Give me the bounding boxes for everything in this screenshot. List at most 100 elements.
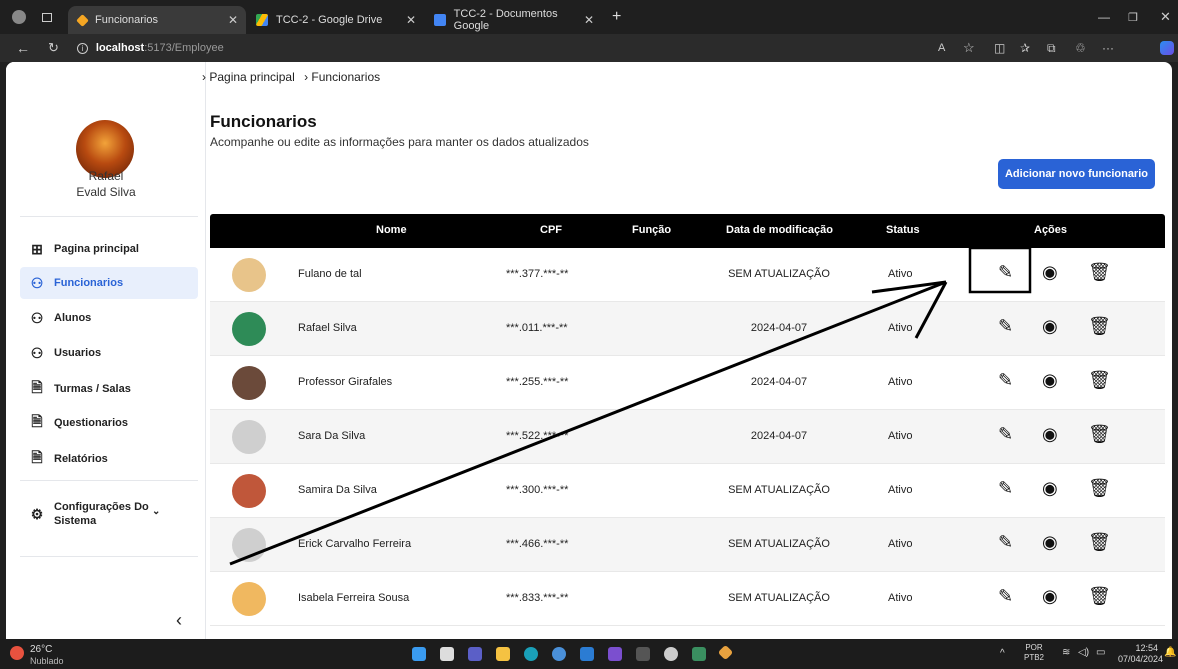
edit-icon[interactable]: ✎ <box>998 532 1013 553</box>
cell-modified: 2024-04-07 <box>750 376 808 388</box>
cell-name: Erick Carvalho Ferreira <box>298 538 412 550</box>
avatar <box>232 582 266 616</box>
collapse-sidebar-icon[interactable]: ‹ <box>176 610 182 631</box>
view-icon[interactable]: ◉ <box>1042 370 1058 391</box>
edge-icon[interactable] <box>524 647 538 661</box>
new-tab-icon[interactable]: + <box>612 8 621 26</box>
breadcrumb-item-current[interactable]: Funcionarios <box>311 70 380 84</box>
collections-icon[interactable]: ⧉ <box>1047 41 1056 56</box>
visual-studio-icon[interactable] <box>608 647 622 661</box>
delete-icon[interactable]: 🗑 <box>1088 316 1111 337</box>
weather-temp[interactable]: 26°C <box>30 644 52 655</box>
delete-icon[interactable]: 🗑 <box>1088 532 1111 553</box>
column-header-status[interactable]: Status <box>886 224 920 236</box>
table-row: Professor Girafales ***.255.***-** 2024-04… <box>210 356 1165 410</box>
extensions-icon[interactable]: ♲ <box>1075 41 1086 55</box>
breadcrumb-item-home[interactable]: Pagina principal <box>209 70 294 84</box>
sidebar-item-configuracoes[interactable]: ⚙ Configurações Do Sistema ⌄ <box>20 494 198 534</box>
sidebar-item-questionarios[interactable]: 🗎 Questionarios <box>20 407 198 439</box>
sidebar-item-usuarios[interactable]: ⚇ Usuarios <box>20 337 198 369</box>
edit-icon[interactable]: ✎ <box>998 262 1013 283</box>
cell-cpf: ***.255.***-** <box>506 376 569 388</box>
column-header-role[interactable]: Função <box>632 224 671 236</box>
search-icon[interactable] <box>440 647 454 661</box>
copilot-icon[interactable] <box>1160 41 1174 55</box>
sidebar-item-funcionarios[interactable]: ⚇ Funcionarios <box>20 267 198 299</box>
info-icon[interactable]: i <box>76 42 88 54</box>
clock[interactable]: 12:54 07/04/2024 <box>1118 643 1163 665</box>
app-icon[interactable] <box>664 647 678 661</box>
close-icon[interactable]: ✕ <box>406 13 416 27</box>
windows-start-icon[interactable] <box>412 647 426 661</box>
tab-google-drive[interactable]: TCC-2 - Google Drive ✕ <box>246 6 424 34</box>
sidebar-item-turmas[interactable]: 🗎 Turmas / Salas <box>20 373 198 405</box>
column-header-cpf[interactable]: CPF <box>540 224 562 236</box>
wifi-icon[interactable]: ≋ <box>1062 647 1070 658</box>
sidebar-item-relatorios[interactable]: 🗎 Relatórios <box>20 443 198 475</box>
favorites-bar-icon[interactable]: ✰ <box>1020 41 1030 55</box>
document-icon: 🗎 <box>31 413 43 429</box>
divider <box>20 216 198 217</box>
cell-cpf: ***.833.***-** <box>506 592 569 604</box>
chevron-down-icon[interactable]: ⌄ <box>152 506 160 517</box>
column-header-modified[interactable]: Data de modificação <box>726 224 833 236</box>
edit-icon[interactable]: ✎ <box>998 586 1013 607</box>
edit-icon[interactable]: ✎ <box>998 478 1013 499</box>
view-icon[interactable]: ◉ <box>1042 262 1058 283</box>
teams-icon[interactable] <box>468 647 482 661</box>
cell-name: Rafael Silva <box>298 322 357 334</box>
read-aloud-icon[interactable]: A <box>938 42 945 54</box>
volume-icon[interactable]: ◁) <box>1078 647 1089 658</box>
chevron-up-icon[interactable]: ^ <box>1000 648 1005 659</box>
minimize-icon[interactable]: — <box>1098 10 1110 24</box>
view-icon[interactable]: ◉ <box>1042 316 1058 337</box>
divider <box>20 480 198 481</box>
close-icon[interactable]: ✕ <box>228 13 238 27</box>
add-employee-button[interactable]: Adicionar novo funcionario <box>998 159 1155 189</box>
profile-icon[interactable] <box>12 10 26 24</box>
more-icon[interactable]: ··· <box>1102 41 1114 55</box>
edit-icon[interactable]: ✎ <box>998 424 1013 445</box>
back-icon[interactable]: ← <box>16 40 30 56</box>
favorite-icon[interactable]: ☆ <box>963 40 975 56</box>
edit-icon[interactable]: ✎ <box>998 370 1013 391</box>
tab-funcionarios[interactable]: Funcionarios ✕ <box>68 6 246 34</box>
refresh-icon[interactable]: ↻ <box>48 40 59 56</box>
close-icon[interactable]: ✕ <box>584 13 594 27</box>
view-icon[interactable]: ◉ <box>1042 586 1058 607</box>
cell-cpf: ***.377.***-** <box>506 268 569 280</box>
tab-google-docs[interactable]: TCC-2 - Documentos Google ✕ <box>424 6 602 34</box>
delete-icon[interactable]: 🗑 <box>1088 478 1111 499</box>
app-icon[interactable] <box>717 644 734 661</box>
battery-icon[interactable]: ▭ <box>1096 647 1105 658</box>
view-icon[interactable]: ◉ <box>1042 424 1058 445</box>
url-field[interactable]: localhost:5173/Employee <box>96 42 224 54</box>
delete-icon[interactable]: 🗑 <box>1088 262 1111 283</box>
tab-actions-icon[interactable] <box>42 12 52 22</box>
app-icon[interactable] <box>692 647 706 661</box>
column-header-name[interactable]: Nome <box>376 224 407 236</box>
sidebar-item-pagina-principal[interactable]: ⊞ Pagina principal <box>20 233 198 265</box>
delete-icon[interactable]: 🗑 <box>1088 370 1111 391</box>
chrome-icon[interactable] <box>552 647 566 661</box>
view-icon[interactable]: ◉ <box>1042 532 1058 553</box>
close-window-icon[interactable]: ✕ <box>1160 9 1171 25</box>
tab-label: Funcionarios <box>95 14 158 26</box>
delete-icon[interactable]: 🗑 <box>1088 586 1111 607</box>
vscode-icon[interactable] <box>580 647 594 661</box>
terminal-icon[interactable] <box>636 647 650 661</box>
split-screen-icon[interactable]: ◫ <box>994 41 1005 55</box>
delete-icon[interactable]: 🗑 <box>1088 424 1111 445</box>
avatar <box>232 258 266 292</box>
file-explorer-icon[interactable] <box>496 647 510 661</box>
restore-icon[interactable]: ❐ <box>1128 11 1138 24</box>
sidebar-item-alunos[interactable]: ⚇ Alunos <box>20 302 198 334</box>
cell-cpf: ***.011.***-** <box>506 322 568 334</box>
language-indicator[interactable]: POR PTB2 <box>1024 643 1044 663</box>
address-bar: ← ↻ i localhost:5173/Employee A ☆ ◫ ✰ ⧉ … <box>0 34 1178 62</box>
view-icon[interactable]: ◉ <box>1042 478 1058 499</box>
weather-icon[interactable] <box>10 646 24 660</box>
page-content: Rafael Evald Silva ⊞ Pagina principal ⚇ … <box>6 62 1172 639</box>
edit-icon[interactable]: ✎ <box>998 316 1013 337</box>
notification-icon[interactable]: 🔔 <box>1164 647 1176 658</box>
